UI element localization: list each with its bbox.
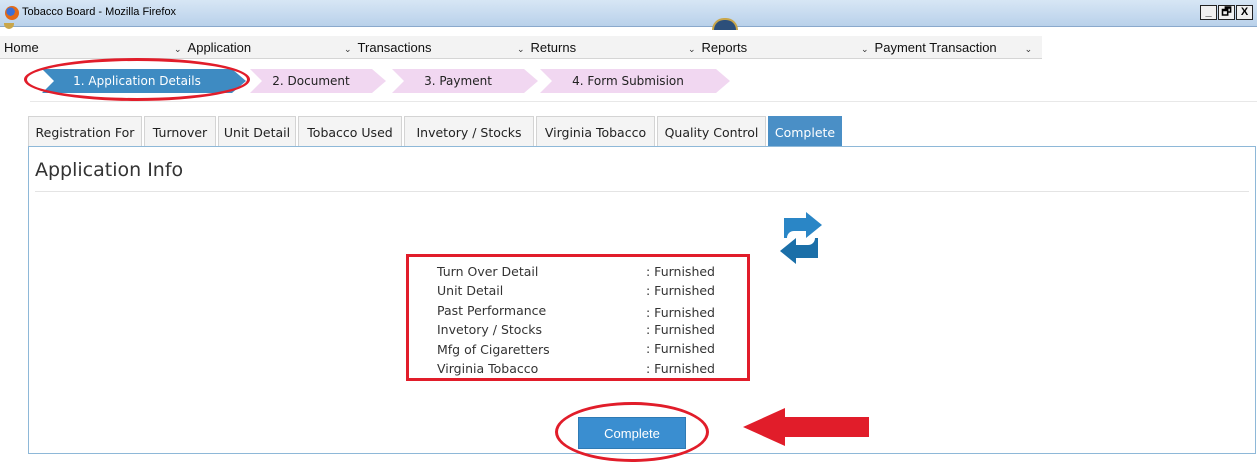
menu-reports-label: Reports [701,40,748,55]
tab-label: Complete [774,125,836,140]
panel-divider [35,191,1249,192]
tab-label: Unit Detail [223,125,291,140]
tab-virginia-tobacco[interactable]: Virginia Tobacco [536,116,655,147]
red-arrow-annotation [743,408,869,446]
tab-tobacco-used[interactable]: Tobacco Used [298,116,402,147]
panel-title: Application Info [35,159,184,181]
step-application-details[interactable]: 1. Application Details [42,69,232,93]
chevron-down-icon: ⌄ [517,44,525,54]
status-value: : Furnished [646,264,715,279]
tab-quality-control[interactable]: Quality Control [657,116,766,147]
step-payment[interactable]: 3. Payment [392,69,524,93]
status-label: Virginia Tobacco [437,361,539,376]
step-notch [250,69,262,93]
step-label: 4. Form Submision [572,74,684,88]
window-titlebar: Tobacco Board - Mozilla Firefox _ 🗗 X [0,0,1257,30]
menu-payment-transaction[interactable]: ⌄ Payment Transaction ⌄ [861,36,1032,59]
tab-unit-detail[interactable]: Unit Detail [218,116,296,147]
step-notch [392,69,404,93]
menu-returns-label: Returns [530,40,577,55]
chevron-down-icon: ⌄ [344,44,352,54]
tab-turnover[interactable]: Turnover [144,116,216,147]
tab-registration-for[interactable]: Registration For [28,116,142,147]
menu-transactions[interactable]: ⌄ Transactions [344,36,431,59]
tab-inventory-stocks[interactable]: Invetory / Stocks [404,116,534,147]
status-value: : Furnished [646,341,715,356]
menu-home[interactable]: Home [4,36,39,59]
status-value: : Furnished [646,305,715,320]
step-label: 2. Document [272,74,350,88]
window-title: Tobacco Board - Mozilla Firefox [22,6,177,18]
step-form-submission[interactable]: 4. Form Submision [540,69,716,93]
refresh-icon[interactable] [780,212,822,264]
steps-divider [30,101,1257,102]
menu-bar: Home ⌄ Application ⌄ Transactions ⌄ Returns… [0,36,1042,59]
menu-home-label: Home [4,40,39,55]
complete-button[interactable]: Complete [578,417,686,449]
emblem-icon [712,18,738,30]
status-label: Invetory / Stocks [437,322,543,337]
step-document[interactable]: 2. Document [250,69,372,93]
chevron-down-icon: ⌄ [174,44,182,54]
step-label: 1. Application Details [73,74,201,88]
chevron-down-icon: ⌄ [861,44,869,54]
window-controls: _ 🗗 X [1199,5,1253,20]
status-label: Turn Over Detail [437,264,539,279]
status-label: Unit Detail [437,283,504,298]
tab-label: Registration For [35,125,135,140]
menu-returns[interactable]: ⌄ Returns [517,36,576,59]
step-label: 3. Payment [424,74,492,88]
tab-label: Invetory / Stocks [416,125,522,140]
step-arrow [232,69,246,93]
status-value: : Furnished [646,283,715,298]
status-label: Mfg of Cigaretters [437,342,550,357]
tab-label: Virginia Tobacco [544,125,647,140]
status-value: : Furnished [646,361,715,376]
firefox-icon [5,6,19,20]
menu-transactions-label: Transactions [357,40,432,55]
menu-application-label: Application [187,40,252,55]
menu-application[interactable]: ⌄ Application [174,36,251,59]
close-button[interactable]: X [1236,5,1253,20]
step-arrow [372,69,386,93]
tab-label: Turnover [152,125,208,140]
tab-label: Quality Control [664,125,759,140]
menu-reports[interactable]: ⌄ Reports [688,36,747,59]
step-notch [42,69,54,93]
tab-label: Tobacco Used [307,125,393,140]
tab-complete[interactable]: Complete [768,116,842,147]
minimize-button[interactable]: _ [1200,5,1217,20]
step-arrow [524,69,538,93]
step-notch [540,69,552,93]
chevron-down-icon: ⌄ [688,44,696,54]
status-label: Past Performance [437,303,547,318]
emblem-left-icon [4,23,14,29]
menu-payment-transaction-label: Payment Transaction [874,40,997,55]
step-arrow [716,69,730,93]
status-value: : Furnished [646,322,715,337]
chevron-down-icon: ⌄ [1024,44,1033,54]
maximize-button[interactable]: 🗗 [1218,5,1235,20]
